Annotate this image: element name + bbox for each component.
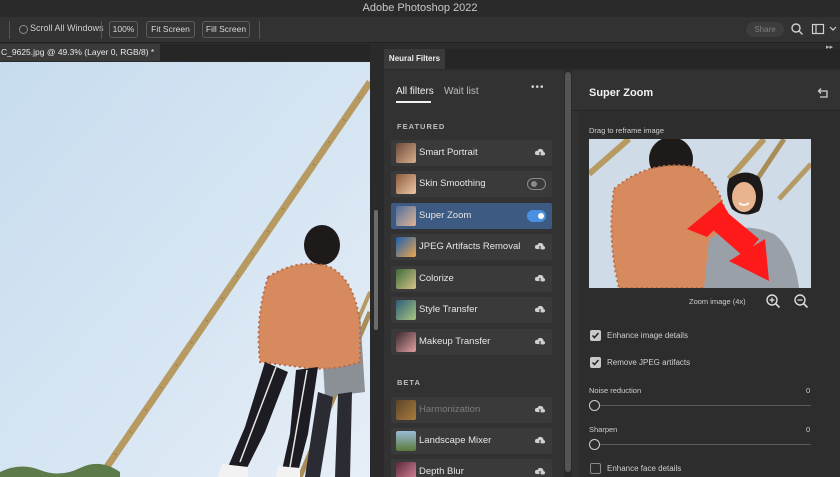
filter-item-super-zoom[interactable]: Super Zoom xyxy=(391,203,552,229)
filter-name: Harmonization xyxy=(419,404,481,415)
document-tab[interactable]: C_9625.jpg @ 49.3% (Layer 0, RGB/8) * xyxy=(0,44,160,61)
drag-to-reframe-label: Drag to reframe image xyxy=(589,126,665,135)
filter-name: Skin Smoothing xyxy=(419,178,486,189)
document-tab-bar xyxy=(160,44,370,61)
filter-item-colorize[interactable]: Colorize xyxy=(391,266,552,292)
beta-section-heading: BETA xyxy=(397,378,421,387)
remove-jpeg-artifacts-checkbox[interactable] xyxy=(590,357,601,368)
skin-smoothing-toggle[interactable] xyxy=(527,178,546,190)
search-icon[interactable] xyxy=(790,22,804,36)
divider xyxy=(101,21,102,39)
style-transfer-thumbnail xyxy=(396,300,416,320)
enhance-image-details-checkbox[interactable] xyxy=(590,330,601,341)
cloud-download-icon[interactable] xyxy=(534,304,546,316)
noise-reduction-label: Noise reduction xyxy=(589,386,642,395)
neural-filters-panel-tab[interactable]: Neural Filters xyxy=(384,49,445,69)
makeup-transfer-thumbnail xyxy=(396,332,416,352)
active-tab-underline xyxy=(396,101,431,103)
photoshop-window: Adobe Photoshop 2022 Scroll All Windows … xyxy=(0,0,840,477)
toggle-knob xyxy=(538,213,544,219)
featured-section-heading: FEATURED xyxy=(397,122,446,131)
landscape-mixer-thumbnail xyxy=(396,431,416,451)
scroll-all-windows-label: Scroll All Windows xyxy=(30,23,104,33)
reset-icon[interactable] xyxy=(816,86,830,100)
sharpen-slider-track[interactable] xyxy=(594,444,811,445)
filter-item-harmonization[interactable]: Harmonization xyxy=(391,397,552,423)
fit-screen-button[interactable]: Fit Screen xyxy=(146,21,195,38)
zoom-image-label: Zoom image (4x) xyxy=(689,297,746,306)
tab-all-filters[interactable]: All filters xyxy=(396,86,434,97)
zoom-out-icon[interactable] xyxy=(793,293,809,309)
colorize-thumbnail xyxy=(396,269,416,289)
preview-image-girls xyxy=(589,139,811,288)
cloud-download-icon[interactable] xyxy=(534,404,546,416)
filter-item-jpeg-artifacts-removal[interactable]: JPEG Artifacts Removal xyxy=(391,234,552,260)
filter-name: Smart Portrait xyxy=(419,147,478,158)
smart-portrait-thumbnail xyxy=(396,143,416,163)
workspace-icon[interactable] xyxy=(811,22,825,36)
filter-item-landscape-mixer[interactable]: Landscape Mixer xyxy=(391,428,552,454)
cloud-download-icon[interactable] xyxy=(534,336,546,348)
cloud-download-icon[interactable] xyxy=(534,273,546,285)
filter-item-skin-smoothing[interactable]: Skin Smoothing xyxy=(391,171,552,197)
sharpen-slider-knob[interactable] xyxy=(589,439,600,450)
panel-collapse-icon[interactable]: ▸▸ xyxy=(826,43,833,51)
enhance-image-details-label: Enhance image details xyxy=(607,331,688,340)
settings-title: Super Zoom xyxy=(589,87,654,99)
more-options-icon[interactable]: ••• xyxy=(531,82,545,93)
skin-smoothing-thumbnail xyxy=(396,174,416,194)
zoom-preview[interactable] xyxy=(589,139,811,288)
tab-wait-list[interactable]: Wait list xyxy=(444,86,479,97)
divider xyxy=(9,21,10,39)
enhance-face-details-label: Enhance face details xyxy=(607,464,682,473)
cloud-download-icon[interactable] xyxy=(534,241,546,253)
filter-name: Depth Blur xyxy=(419,466,464,477)
super-zoom-toggle[interactable] xyxy=(527,210,546,222)
cloud-download-icon[interactable] xyxy=(534,147,546,159)
filter-list-scrollbar-thumb[interactable] xyxy=(565,72,571,472)
super-zoom-thumbnail xyxy=(396,206,416,226)
scroll-all-windows-checkbox[interactable] xyxy=(19,25,28,34)
sharpen-label: Sharpen xyxy=(589,425,618,434)
noise-reduction-value: 0 xyxy=(806,386,811,395)
photo-girls-on-bamboo-swing xyxy=(0,62,370,477)
filter-item-makeup-transfer[interactable]: Makeup Transfer xyxy=(391,329,552,355)
document-canvas[interactable] xyxy=(0,62,370,477)
filter-item-depth-blur[interactable]: Depth Blur xyxy=(391,459,552,477)
noise-reduction-slider-track[interactable] xyxy=(594,405,811,406)
canvas-scrollbar[interactable] xyxy=(374,210,378,330)
fill-screen-button[interactable]: Fill Screen xyxy=(202,21,250,38)
options-bar: Scroll All Windows 100% Fit Screen Fill … xyxy=(0,17,840,43)
filter-name: Landscape Mixer xyxy=(419,435,492,446)
noise-reduction-slider-knob[interactable] xyxy=(589,400,600,411)
filter-name: Colorize xyxy=(419,273,454,284)
sharpen-value: 0 xyxy=(806,425,811,434)
share-button[interactable]: Share xyxy=(746,22,784,37)
filter-name: Super Zoom xyxy=(419,210,472,221)
harmonization-thumbnail xyxy=(396,400,416,420)
zoom-100-button[interactable]: 100% xyxy=(109,21,138,38)
filter-item-style-transfer[interactable]: Style Transfer xyxy=(391,297,552,323)
divider xyxy=(259,21,260,39)
chevron-down-icon[interactable] xyxy=(828,22,838,36)
remove-jpeg-artifacts-label: Remove JPEG artifacts xyxy=(607,358,691,367)
cloud-download-icon[interactable] xyxy=(534,435,546,447)
zoom-in-icon[interactable] xyxy=(765,293,781,309)
toggle-knob xyxy=(531,181,537,187)
filter-name: Makeup Transfer xyxy=(419,336,491,347)
checkmark-icon xyxy=(591,359,600,366)
jpeg-artifacts-thumbnail xyxy=(396,237,416,257)
panel-tab-bar xyxy=(384,49,840,69)
filter-item-smart-portrait[interactable]: Smart Portrait xyxy=(391,140,552,166)
cloud-download-icon[interactable] xyxy=(534,466,546,477)
depth-blur-thumbnail xyxy=(396,462,416,477)
enhance-face-details-checkbox[interactable] xyxy=(590,463,601,474)
filter-name: JPEG Artifacts Removal xyxy=(419,241,521,252)
checkmark-icon xyxy=(591,332,600,339)
filter-name: Style Transfer xyxy=(419,304,478,315)
window-title: Adobe Photoshop 2022 xyxy=(0,0,840,17)
